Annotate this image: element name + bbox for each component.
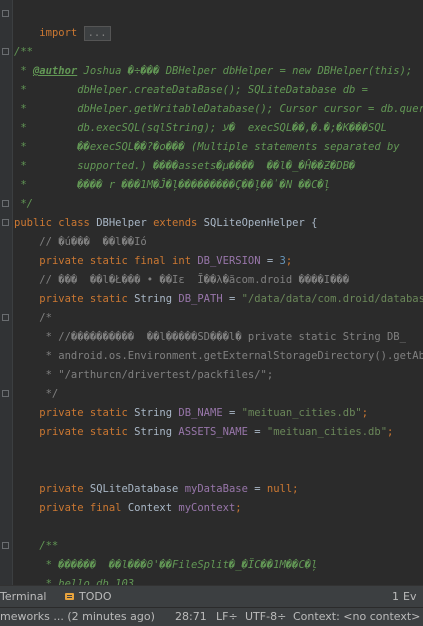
code-line: */ [14,388,59,400]
code-line: private static String DB_PATH = "/data/d… [39,293,423,305]
status-message[interactable]: meworks ... (2 minutes ago) [0,610,155,623]
fold-marker[interactable] [2,219,9,226]
code-line: // ��� ��l�Ł��� • ��Iε Ĩ��λ�ãcom.droid �… [14,274,350,286]
fold-marker[interactable] [2,10,9,17]
fold-marker[interactable] [2,314,9,321]
code-line: * db.execSQL(sqlString); ע� execSQL��,�.… [14,122,387,134]
code-line: * @author Joshua �÷��� DBHelper dbHelper… [14,65,413,77]
event-count-icon: 1 [392,590,399,603]
status-bar: meworks ... (2 minutes ago) 28:71 LF÷ UT… [0,607,423,626]
editor-gutter [0,0,13,585]
code-line: private static String DB_NAME = "meituan… [39,407,369,419]
code-line: /** [14,46,33,58]
code-line: private final Context myContext; [39,502,242,514]
todo-tab[interactable]: TODO [64,590,112,603]
line-separator[interactable]: LF÷ [216,610,238,623]
code-line: private static final int DB_VERSION = 3; [39,255,293,267]
event-log-tab[interactable]: 1 Ev [392,590,416,603]
fold-marker[interactable] [2,542,9,549]
tool-window-bar: Terminal TODO 1 Ev [0,585,423,608]
code-editor[interactable]: import ... /** * @author Joshua �÷��� DB… [0,0,423,585]
context-indicator[interactable]: Context: <no context> [293,610,420,623]
code-line: /** [14,540,59,552]
todo-icon [65,593,74,600]
file-encoding[interactable]: UTF-8÷ [245,610,286,623]
code-line: * android.os.Environment.getExternalStor… [14,350,423,362]
fold-marker[interactable] [2,390,9,397]
terminal-tab[interactable]: Terminal [0,590,47,603]
code-line: // �ú��� ��l��Ιó [14,236,147,248]
code-line: * hello.db.103 [14,578,135,585]
code-line: private SQLiteDatabase myDataBase = null… [39,483,299,495]
code-line: * supported.) ����assets�µ���� ��l�_�Ĥ��… [14,160,356,172]
fold-marker[interactable] [2,48,9,55]
folded-imports[interactable]: ... [83,26,111,41]
fold-marker[interactable] [2,200,9,207]
code-line: * ���� r ���1M�Ĵ�ļ���������Ç��ļ��̍�Ν ��C… [14,179,331,191]
code-line: * dbHelper.createDataBase(); SQLiteDatab… [14,84,369,96]
code-line: * ������ ��l���Θ'��FileSplit�_�ÏC��1M��C… [14,559,318,571]
caret-position[interactable]: 28:71 [175,610,207,623]
code-line: * //���������� ��l�����SD���l� private s… [14,331,406,343]
code-line: public class DBHelper extends SQLiteOpen… [14,217,318,229]
code-line: /* [14,312,52,324]
code-line: * "/arthurcn/drivertest/packfiles/"; [14,369,274,381]
code-line: */ [14,198,33,210]
code-line: import ... [14,5,111,41]
code-line: * dbHelper.getWritableDatabase(); Cursor… [14,103,423,115]
code-line: * ��execSQL��?�ο��� (Multiple statements… [14,141,400,153]
code-line: private static String ASSETS_NAME = "mei… [39,426,394,438]
